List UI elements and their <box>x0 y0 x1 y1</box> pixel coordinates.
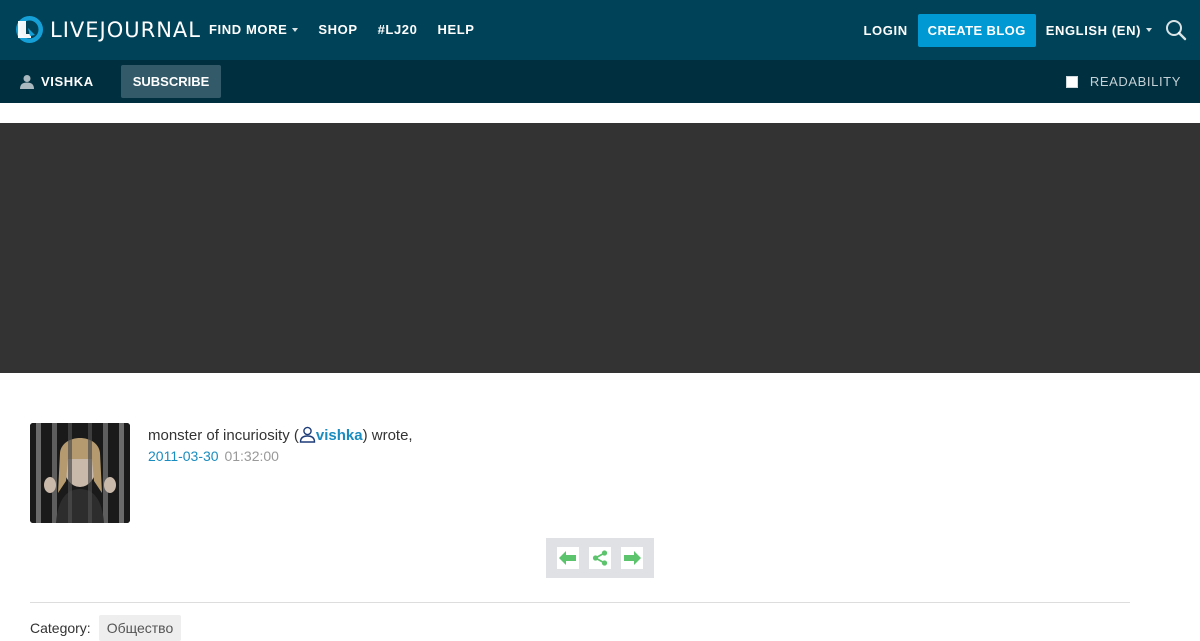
author-display-name: monster of incuriosity <box>148 427 290 444</box>
chevron-down-icon <box>292 27 299 32</box>
arrow-left-icon <box>559 551 576 565</box>
arrow-right-icon <box>624 551 641 565</box>
entry-controls <box>546 538 654 578</box>
byline-open-paren: ( <box>289 427 299 444</box>
entry-date-link[interactable]: 2011-03-30 <box>148 448 219 464</box>
author-username-link[interactable]: vishka <box>316 427 363 444</box>
chevron-down-icon <box>1146 28 1152 32</box>
entry-byline: monster of incuriosity ( vishka) wrote, <box>148 426 748 444</box>
journal-header-banner <box>0 123 1200 373</box>
login-link[interactable]: LOGIN <box>864 23 908 38</box>
entry-datetime: 2011-03-30 01:32:00 <box>148 448 279 464</box>
create-blog-button[interactable]: CREATE BLOG <box>917 13 1036 47</box>
nav-find-more[interactable]: FIND MORE <box>209 22 299 37</box>
byline-wrote: ) wrote, <box>362 427 413 444</box>
livejournal-logo[interactable]: LIVEJOURNAL <box>15 15 201 44</box>
nav-shop[interactable]: SHOP <box>318 22 357 37</box>
author-userpic[interactable] <box>30 423 130 523</box>
share-icon <box>592 550 608 566</box>
livejournal-logo-icon <box>16 16 43 43</box>
journal-owner-name: VISHKA <box>41 74 94 89</box>
category-label: Category: <box>30 620 91 636</box>
next-entry-button[interactable] <box>621 547 643 569</box>
livejournal-wordmark: LIVEJOURNAL <box>50 17 201 42</box>
nav-help-label: HELP <box>437 22 475 37</box>
user-icon <box>20 75 34 89</box>
ljuser-icon[interactable] <box>299 426 316 443</box>
nav-find-more-label: FIND MORE <box>209 22 288 37</box>
subscribe-button[interactable]: SUBSCRIBE <box>121 65 221 98</box>
divider <box>30 602 1130 603</box>
journal-owner-link[interactable]: VISHKA <box>20 74 94 89</box>
readability-label: READABILITY <box>1089 74 1181 89</box>
language-selector[interactable]: ENGLISH (EN) <box>1046 23 1152 38</box>
entry-category: Category: Общество <box>30 615 182 641</box>
previous-entry-button[interactable] <box>557 547 579 569</box>
header-right: LOGIN CREATE BLOG ENGLISH (EN) <box>864 0 1200 60</box>
userpic-image <box>30 423 130 523</box>
nav-lj20[interactable]: #LJ20 <box>378 22 418 37</box>
readability-checkbox[interactable] <box>1065 75 1078 88</box>
nav-help[interactable]: HELP <box>437 22 474 37</box>
category-tag[interactable]: Общество <box>98 615 182 641</box>
readability-toggle[interactable]: READABILITY <box>1065 74 1181 89</box>
journal-subbar: VISHKA SUBSCRIBE READABILITY <box>0 60 1200 103</box>
language-label: ENGLISH (EN) <box>1045 22 1141 38</box>
main-nav: FIND MORE SHOP #LJ20 HELP <box>209 22 495 37</box>
top-navigation-bar: LIVEJOURNAL FIND MORE SHOP #LJ20 HELP LO… <box>0 0 1200 60</box>
nav-shop-label: SHOP <box>318 22 358 37</box>
entry-time: 01:32:00 <box>224 448 279 464</box>
search-icon[interactable] <box>1164 18 1188 42</box>
nav-lj20-label: #LJ20 <box>377 22 418 37</box>
share-button[interactable] <box>589 547 611 569</box>
